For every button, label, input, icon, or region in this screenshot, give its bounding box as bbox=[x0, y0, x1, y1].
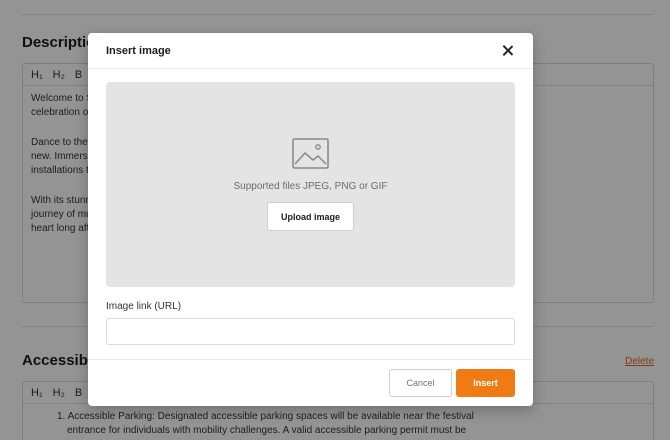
image-url-input[interactable] bbox=[106, 318, 515, 345]
supported-files-text: Supported files JPEG, PNG or GIF bbox=[233, 181, 388, 192]
dialog-header: Insert image bbox=[88, 33, 533, 69]
upload-image-button[interactable]: Upload image bbox=[267, 202, 354, 231]
image-dropzone[interactable]: Supported files JPEG, PNG or GIF Upload … bbox=[106, 82, 515, 287]
insert-button[interactable]: Insert bbox=[456, 369, 515, 397]
cancel-button[interactable]: Cancel bbox=[389, 369, 452, 397]
insert-image-dialog: Insert image Supported files JPEG, PNG o… bbox=[88, 33, 533, 406]
dialog-title: Insert image bbox=[106, 44, 171, 57]
dialog-footer-divider bbox=[88, 359, 533, 360]
image-url-label: Image link (URL) bbox=[106, 301, 182, 312]
close-icon[interactable] bbox=[501, 44, 515, 58]
image-icon bbox=[292, 138, 329, 169]
